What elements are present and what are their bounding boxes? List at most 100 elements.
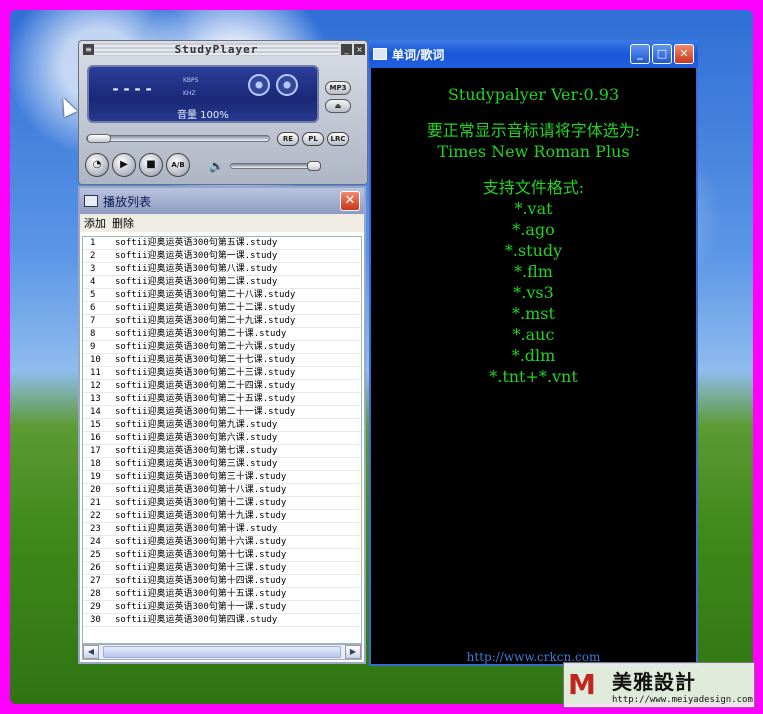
delete-menu-item[interactable]: 删除 xyxy=(112,215,134,231)
lyrics-titlebar[interactable]: 单词/歌词 _ □ ✕ xyxy=(369,40,698,68)
stop-button[interactable]: ■ xyxy=(139,153,163,177)
list-item-name: softii迎奥运英语300句第九课.study xyxy=(115,420,278,430)
player-title: StudyPlayer xyxy=(94,43,339,56)
volume-slider[interactable] xyxy=(229,161,321,171)
list-item-name: softii迎奥运英语300句第三十课.study xyxy=(115,472,287,482)
player-close-button[interactable]: × xyxy=(354,44,365,55)
horizontal-scrollbar[interactable]: ◀ ▶ xyxy=(82,644,362,660)
list-item[interactable]: 6 softii迎奥运英语300句第二十二课.study xyxy=(83,302,361,315)
player-titlebar[interactable]: ≡ StudyPlayer _ × xyxy=(81,43,365,56)
list-item[interactable]: 24 softii迎奥运英语300句第十六课.study xyxy=(83,536,361,549)
play-button[interactable]: ▶ xyxy=(112,153,136,177)
close-button[interactable]: ✕ xyxy=(674,44,694,64)
list-item[interactable]: 27 softii迎奥运英语300句第十四课.study xyxy=(83,575,361,588)
playlist-titlebar[interactable]: 播放列表 ✕ xyxy=(80,188,364,214)
list-item-name: softii迎奥运英语300句第十八课.study xyxy=(115,485,287,495)
list-item[interactable]: 19 softii迎奥运英语300句第三十课.study xyxy=(83,471,361,484)
list-item-name: softii迎奥运英语300句第十七课.study xyxy=(115,550,287,560)
list-item-number: 30 xyxy=(90,615,101,625)
list-item[interactable]: 30 softii迎奥运英语300句第四课.study xyxy=(83,614,361,627)
lyrics-gap xyxy=(371,162,696,177)
list-item-number: 2 xyxy=(90,251,96,261)
list-item-number: 25 xyxy=(90,550,101,560)
list-item[interactable]: 22 softii迎奥运英语300句第十九课.study xyxy=(83,510,361,523)
list-item[interactable]: 14 softii迎奥运英语300句第二十一课.study xyxy=(83,406,361,419)
list-item[interactable]: 20 softii迎奥运英语300句第十八课.study xyxy=(83,484,361,497)
open-button[interactable]: ◔ xyxy=(85,153,109,177)
lyrics-title: 单词/歌词 xyxy=(392,47,445,62)
speaker-left-icon xyxy=(248,74,270,96)
list-item-name: softii迎奥运英语300句第十四课.study xyxy=(115,576,287,586)
side-buttons: MP3 ⏏ xyxy=(325,81,351,113)
list-item[interactable]: 15 softii迎奥运英语300句第九课.study xyxy=(83,419,361,432)
list-item-name: softii迎奥运英语300句第六课.study xyxy=(115,433,278,443)
list-item[interactable]: 16 softii迎奥运英语300句第六课.study xyxy=(83,432,361,445)
list-item[interactable]: 11 softii迎奥运英语300句第二十三课.study xyxy=(83,367,361,380)
list-item-number: 10 xyxy=(90,355,101,365)
list-item-name: softii迎奥运英语300句第十课.study xyxy=(115,524,278,534)
lyrics-toggle-button[interactable]: LRC xyxy=(327,132,349,146)
list-item-number: 28 xyxy=(90,589,101,599)
minimize-button[interactable]: _ xyxy=(630,44,650,64)
playlist-close-button[interactable]: ✕ xyxy=(340,191,360,211)
playlist-list[interactable]: 1 softii迎奥运英语300句第五课.study 2 softii迎奥运英语300… xyxy=(82,236,362,644)
list-item-number: 18 xyxy=(90,459,101,469)
playlist-toggle-button[interactable]: PL xyxy=(302,132,324,146)
ab-repeat-button[interactable]: A/B xyxy=(166,153,190,177)
lcd-display: ---- KBPS KHZ 音量 100% xyxy=(87,65,319,123)
list-item[interactable]: 23 softii迎奥运英语300句第十课.study xyxy=(83,523,361,536)
lyrics-line: *.tnt+*.vnt xyxy=(489,367,578,386)
list-item[interactable]: 7 softii迎奥运英语300句第二十九课.study xyxy=(83,315,361,328)
list-item-name: softii迎奥运英语300句第二十二课.study xyxy=(115,303,296,313)
repeat-button[interactable]: RE xyxy=(277,132,299,146)
volume-control: 🔈 xyxy=(209,159,321,173)
maximize-button[interactable]: □ xyxy=(652,44,672,64)
list-item[interactable]: 13 softii迎奥运英语300句第二十五课.study xyxy=(83,393,361,406)
playlist-menu: 添加 删除 xyxy=(80,214,364,232)
lyrics-line: *.ago xyxy=(512,220,555,239)
scroll-left-icon[interactable]: ◀ xyxy=(83,645,99,659)
eject-button[interactable]: ⏏ xyxy=(325,99,351,113)
list-item[interactable]: 29 softii迎奥运英语300句第十一课.study xyxy=(83,601,361,614)
list-item[interactable]: 12 softii迎奥运英语300句第二十四课.study xyxy=(83,380,361,393)
window-icon xyxy=(84,195,98,207)
list-item[interactable]: 21 softii迎奥运英语300句第十二课.study xyxy=(83,497,361,510)
list-item-number: 29 xyxy=(90,602,101,612)
list-item-number: 1 xyxy=(90,238,96,248)
volume-thumb[interactable] xyxy=(306,161,321,171)
list-item[interactable]: 3 softii迎奥运英语300句第八课.study xyxy=(83,263,361,276)
player-menu-icon[interactable]: ≡ xyxy=(83,44,94,55)
list-item-name: softii迎奥运英语300句第二十四课.study xyxy=(115,381,296,391)
list-item-name: softii迎奥运英语300句第十二课.study xyxy=(115,498,287,508)
list-item-number: 7 xyxy=(90,316,96,326)
scroll-right-icon[interactable]: ▶ xyxy=(345,645,361,659)
seek-thumb[interactable] xyxy=(87,134,111,143)
list-item[interactable]: 10 softii迎奥运英语300句第二十七课.study xyxy=(83,354,361,367)
list-item[interactable]: 4 softii迎奥运英语300句第二课.study xyxy=(83,276,361,289)
speaker-icon[interactable]: 🔈 xyxy=(209,159,224,173)
watermark-logo-icon: M xyxy=(568,668,596,701)
list-item[interactable]: 1 softii迎奥运英语300句第五课.study xyxy=(83,237,361,250)
list-item[interactable]: 28 softii迎奥运英语300句第十五课.study xyxy=(83,588,361,601)
list-item[interactable]: 26 softii迎奥运英语300句第十三课.study xyxy=(83,562,361,575)
mp3-button[interactable]: MP3 xyxy=(325,81,351,95)
list-item[interactable]: 9 softii迎奥运英语300句第二十六课.study xyxy=(83,341,361,354)
add-menu-item[interactable]: 添加 xyxy=(84,215,106,231)
list-item[interactable]: 2 softii迎奥运英语300句第一课.study xyxy=(83,250,361,263)
list-item-name: softii迎奥运英语300句第七课.study xyxy=(115,446,278,456)
list-item[interactable]: 25 softii迎奥运英语300句第十七课.study xyxy=(83,549,361,562)
list-item[interactable]: 17 softii迎奥运英语300句第七课.study xyxy=(83,445,361,458)
list-item[interactable]: 8 softii迎奥运英语300句第二十课.study xyxy=(83,328,361,341)
list-item[interactable]: 5 softii迎奥运英语300句第二十八课.study xyxy=(83,289,361,302)
list-item-number: 11 xyxy=(90,368,101,378)
list-item-number: 4 xyxy=(90,277,96,287)
list-item-name: softii迎奥运英语300句第三课.study xyxy=(115,459,278,469)
seek-bar[interactable] xyxy=(86,134,270,143)
list-item-name: softii迎奥运英语300句第二十七课.study xyxy=(115,355,296,365)
list-item-name: softii迎奥运英语300句第二课.study xyxy=(115,277,278,287)
list-item-name: softii迎奥运英语300句第二十一课.study xyxy=(115,407,296,417)
scroll-thumb[interactable] xyxy=(103,646,341,658)
player-minimize-button[interactable]: _ xyxy=(341,44,352,55)
list-item-name: softii迎奥运英语300句第十五课.study xyxy=(115,589,287,599)
list-item[interactable]: 18 softii迎奥运英语300句第三课.study xyxy=(83,458,361,471)
